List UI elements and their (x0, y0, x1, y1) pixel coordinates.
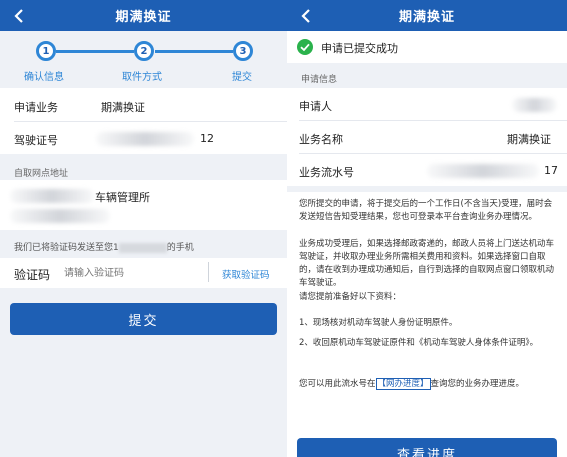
step-connector (56, 50, 134, 53)
business-label: 申请业务 (14, 101, 58, 114)
progress-link[interactable]: 【网办进度】 (375, 378, 431, 390)
biz-name-label: 业务名称 (299, 133, 343, 146)
confirm-panel: 期满换证 1 2 3 确认信息 取件方式 提交 申请业务 期满换证 驾驶证号 1… (0, 0, 287, 457)
query-suffix: 查询您的业务办理进度。 (430, 379, 525, 389)
redacted-license (96, 132, 194, 146)
view-progress-button[interactable]: 查看进度 (297, 438, 557, 457)
stepper: 1 2 3 确认信息 取件方式 提交 (0, 31, 287, 86)
application-card: 申请人 业务名称 期满换证 业务流水号 17 (287, 88, 567, 186)
query-prefix: 您可以用此流水号在 (299, 379, 376, 389)
code-input[interactable] (64, 264, 184, 282)
back-button[interactable] (8, 0, 30, 31)
back-arrow-icon (14, 8, 23, 23)
sms-note-prefix: 我们已将验证码发送至您1 (14, 243, 119, 253)
required-item-1: 1、现场核对机动车驾驶人身份证明原件。 (299, 318, 458, 328)
code-label: 验证码 (14, 268, 51, 282)
notice-paragraph-3: 请您提前准备好以下资料： (299, 292, 402, 302)
divider (208, 262, 209, 282)
redacted-phone (118, 242, 167, 253)
result-panel: 期满换证 申请已提交成功 申请信息 申请人 业务名称 期满换证 业务流水号 17… (287, 0, 567, 457)
step-1-label: 确认信息 (24, 72, 64, 83)
divider (299, 153, 567, 154)
step-connector (155, 50, 233, 53)
serial-value: 17 (544, 164, 558, 177)
notice-paragraph-2: 业务成功受理后，如果选择邮政寄递的，邮政人员将上门送达机动车驾驶证，并收取办理业… (299, 239, 555, 288)
step-3-indicator: 3 (233, 41, 253, 61)
back-button[interactable] (295, 0, 317, 31)
pickup-caption: 自取网点地址 (14, 169, 69, 179)
submit-button[interactable]: 提交 (10, 303, 277, 335)
divider (299, 120, 567, 121)
redacted-address (10, 209, 110, 223)
sms-notice: 我们已将验证码发送至您1 的手机 (14, 240, 194, 253)
page-title: 期满换证 (398, 10, 455, 25)
step-2-label: 取件方式 (122, 72, 162, 83)
applicant-label: 申请人 (299, 100, 332, 113)
page-title: 期满换证 (115, 10, 172, 25)
redacted-serial (427, 164, 539, 178)
success-banner: 申请已提交成功 (287, 31, 567, 63)
required-item-2: 2、收回原机动车驾驶证原件和《机动车驾驶人身体条件证明》。 (299, 338, 539, 348)
query-hint: 您可以用此流水号在 【网办进度】 查询您的业务办理进度。 (299, 378, 555, 391)
business-value: 期满换证 (101, 101, 145, 114)
pickup-address-card: 车辆管理所 (0, 180, 287, 230)
redacted-applicant (512, 98, 557, 112)
info-card: 申请业务 期满换证 驾驶证号 12 (0, 88, 287, 154)
back-arrow-icon (301, 8, 310, 23)
divider (14, 121, 287, 122)
success-check-icon (297, 39, 313, 55)
biz-name-value: 期满换证 (507, 133, 551, 146)
left-header: 期满换证 (0, 0, 287, 31)
step-1-indicator: 1 (36, 41, 56, 61)
code-row: 验证码 获取验证码 (0, 258, 287, 288)
success-text: 申请已提交成功 (321, 42, 398, 55)
notice-card: 您所提交的申请，将于提交后的一个工作日(不含当天)受理，届时会发送短信告知受理结… (287, 192, 567, 457)
pickup-address: 车辆管理所 (95, 191, 150, 204)
applicant-caption: 申请信息 (301, 75, 338, 85)
redacted-address (10, 189, 94, 203)
right-header: 期满换证 (287, 0, 567, 31)
license-label: 驾驶证号 (14, 134, 58, 147)
step-2-indicator: 2 (134, 41, 154, 61)
get-code-button[interactable]: 获取验证码 (222, 267, 270, 281)
notice-paragraph-1: 您所提交的申请，将于提交后的一个工作日(不含当天)受理，届时会发送短信告知受理结… (299, 199, 553, 222)
serial-label: 业务流水号 (299, 166, 354, 179)
sms-note-suffix: 的手机 (166, 243, 194, 253)
step-3-label: 提交 (232, 72, 252, 83)
license-value: 12 (200, 132, 214, 145)
